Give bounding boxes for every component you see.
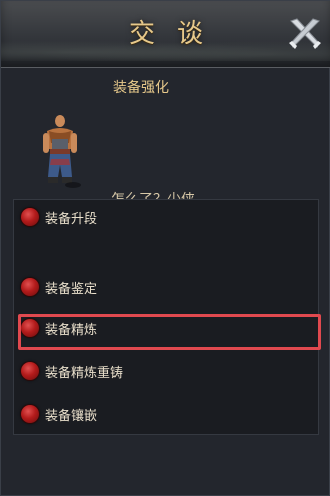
option-equip-inlay[interactable]: 装备镶嵌: [21, 403, 97, 425]
option-label: 装备鉴定: [45, 281, 98, 297]
close-icon: [289, 18, 321, 49]
dialog-title: 交谈: [128, 19, 225, 49]
option-equip-appraise[interactable]: 装备鉴定: [21, 276, 97, 298]
close-button[interactable]: [285, 13, 325, 53]
red-orb-icon: [21, 278, 39, 296]
option-label: 装备镶嵌: [45, 408, 98, 424]
selection-highlight: [18, 314, 321, 350]
option-label: 装备精炼重铸: [45, 365, 124, 381]
option-equip-refine-recast[interactable]: 装备精炼重铸: [21, 360, 123, 382]
npc-portrait: [39, 113, 81, 189]
option-equip-rank-up[interactable]: 装备升段: [21, 206, 97, 228]
dialog-window: 交谈 装备强化 装备升段 装备鉴定 装备精炼 装备精炼重铸 装备镶嵌: [0, 0, 330, 496]
red-orb-icon: [21, 208, 39, 226]
npc-name: 装备强化: [113, 80, 169, 96]
dialog-header: 交谈: [1, 1, 330, 68]
option-label: 装备升段: [45, 211, 98, 227]
red-orb-icon: [21, 405, 39, 423]
red-orb-icon: [21, 362, 39, 380]
